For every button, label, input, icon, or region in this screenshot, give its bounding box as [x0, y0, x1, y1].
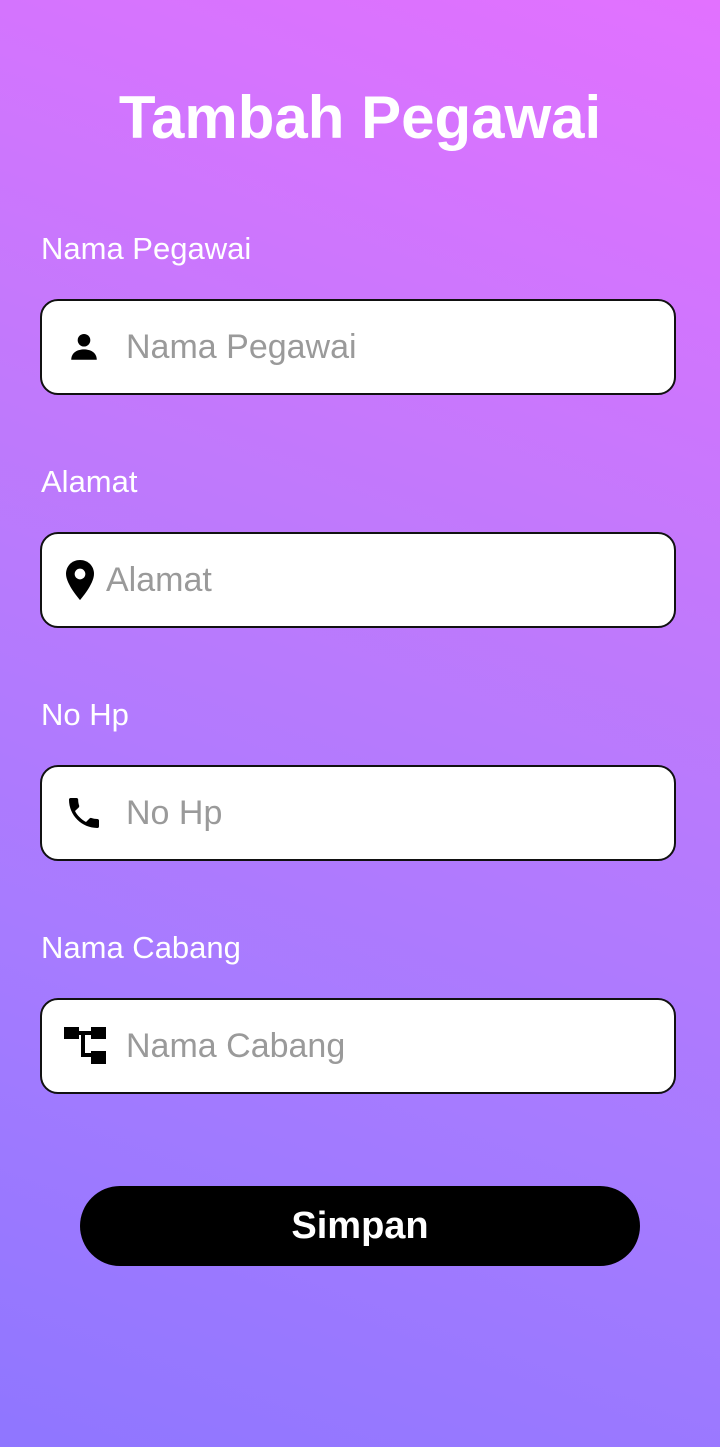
phone-icon	[64, 793, 104, 833]
employee-name-label: Nama Pegawai	[41, 231, 252, 266]
phone-input[interactable]	[126, 767, 654, 859]
employee-name-input[interactable]	[126, 301, 654, 393]
branch-name-input[interactable]	[126, 1000, 654, 1092]
address-label: Alamat	[41, 464, 138, 499]
location-pin-icon	[64, 558, 96, 602]
address-field[interactable]	[40, 532, 676, 628]
branch-name-field[interactable]	[40, 998, 676, 1094]
page-title: Tambah Pegawai	[118, 84, 602, 151]
save-button[interactable]: Simpan	[80, 1186, 640, 1266]
add-employee-screen: Tambah Pegawai Nama Pegawai Alamat No Hp	[0, 0, 720, 1447]
phone-field[interactable]	[40, 765, 676, 861]
branch-name-label: Nama Cabang	[41, 930, 241, 965]
address-input[interactable]	[106, 534, 654, 626]
branch-tree-icon	[64, 1027, 106, 1065]
employee-name-field[interactable]	[40, 299, 676, 395]
person-icon	[66, 329, 102, 365]
phone-label: No Hp	[41, 697, 129, 732]
